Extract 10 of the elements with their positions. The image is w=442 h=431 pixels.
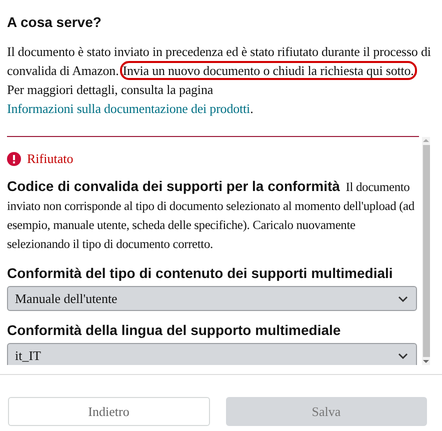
status-label: Rifiutato	[27, 151, 74, 167]
action-button[interactable]: Indietro	[8, 397, 210, 426]
section-heading: A cosa serve?	[7, 14, 102, 30]
intro-paragraph: Il documento è stato inviato in precedenza ed è stato rifiutato durante il processo di convalida di Amazon. Invia un nuovo documento o chiudi la richiesta qui sotto. Per maggiori dettagli, consulta la pagina Informazioni sulla documentazione dei prodotti.	[7, 43, 432, 118]
dropdown[interactable]: Manuale dell'utente	[7, 286, 417, 311]
reason-paragraph: Codice di convalida dei supporti per la conformità Il documento inviato non corrisponde al tipo di documento selezionato al momento dell'upload (ad esempio, manuale utente, scheda delle specifiche). Caricalo nuovamente selezionando il tipo di documento corretto.	[7, 177, 416, 253]
dropdown[interactable]: it_IT	[7, 343, 417, 365]
field-label: Conformità della lingua del supporto multimediale	[7, 322, 342, 338]
documentation-link[interactable]: Informazioni sulla documentazione dei prodotti	[7, 101, 250, 116]
field-label: Conformità del tipo di contenuto dei supporti multimediali	[7, 265, 394, 281]
